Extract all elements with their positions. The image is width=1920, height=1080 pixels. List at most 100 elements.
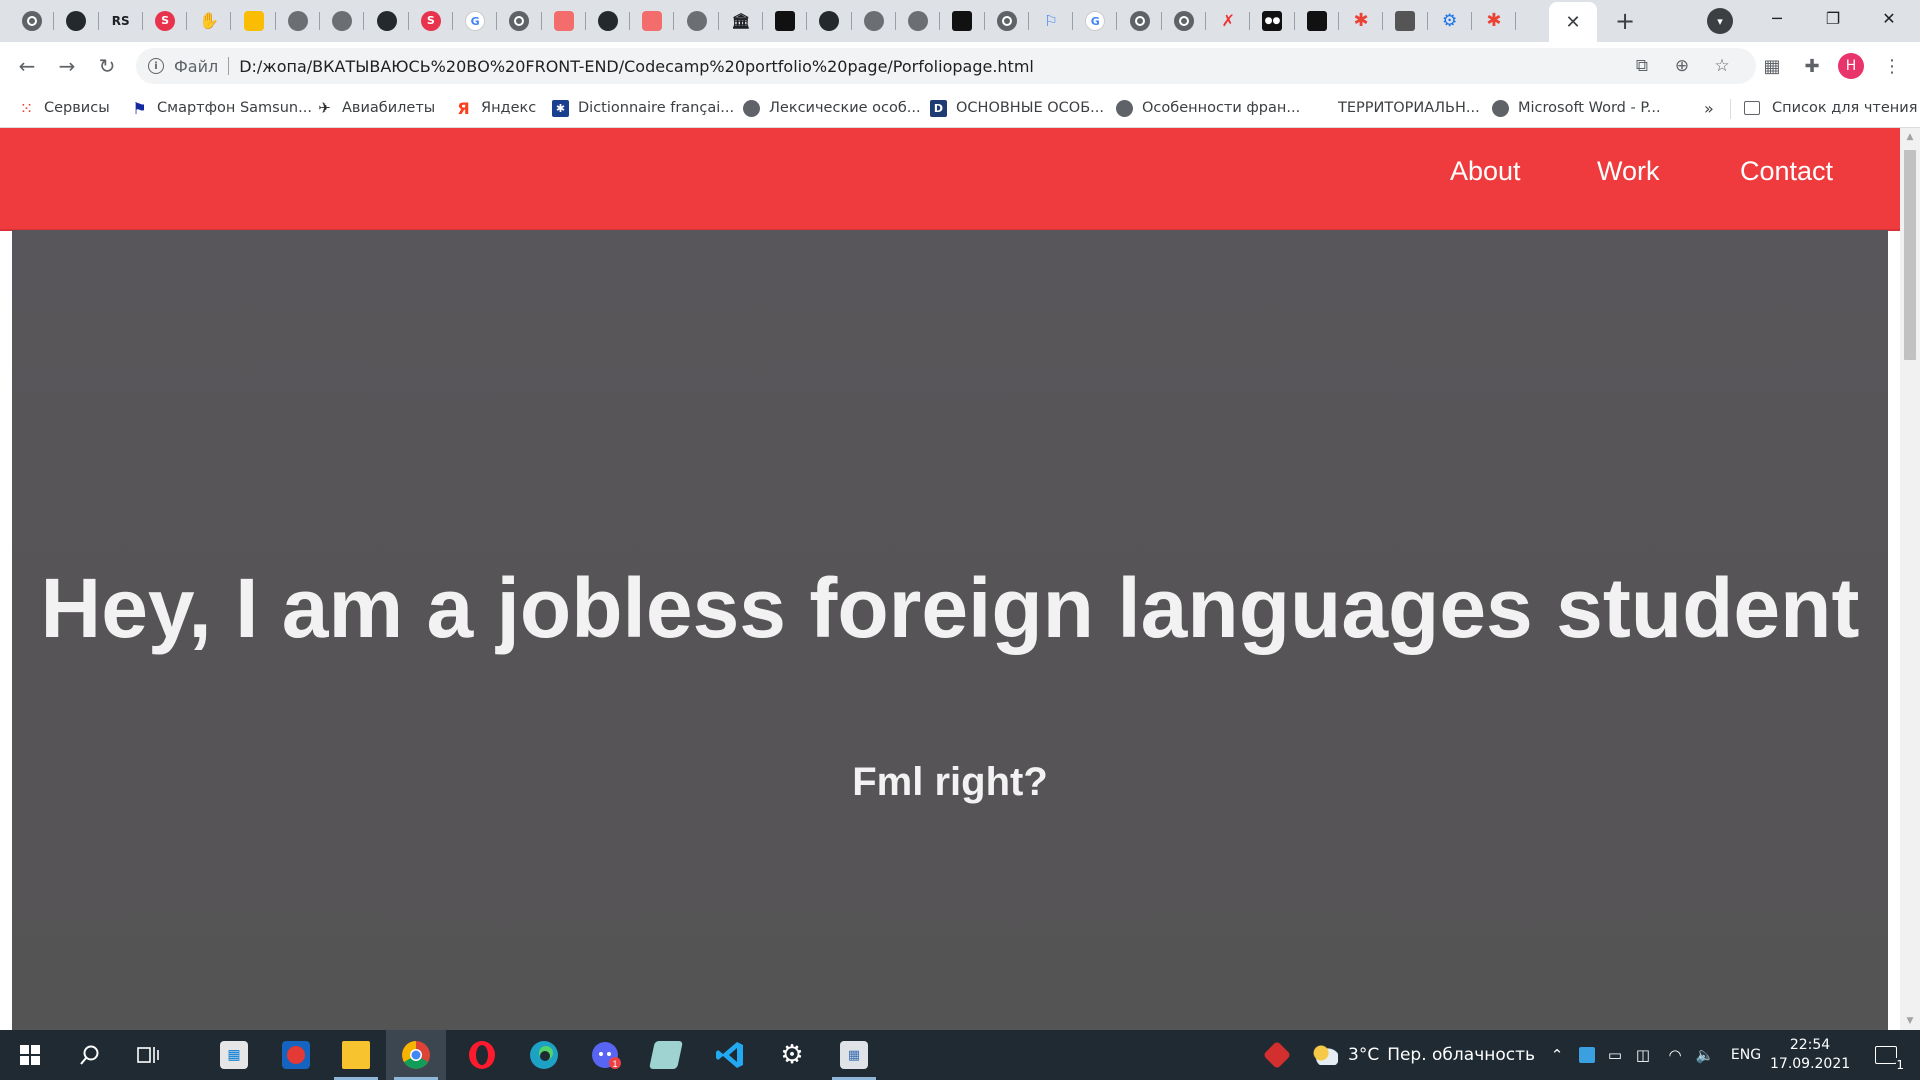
- bookmark-services[interactable]: ⁙ Сервисы: [18, 90, 110, 126]
- page-scrollbar[interactable]: ▲ ▼: [1900, 128, 1920, 1030]
- scroll-thumb[interactable]: [1904, 150, 1916, 360]
- opera-icon[interactable]: [452, 1030, 512, 1080]
- back-icon[interactable]: ←: [11, 50, 43, 82]
- browser-tab[interactable]: G: [1073, 0, 1118, 42]
- bookmark-osnovnye[interactable]: D ОСНОВНЫЕ ОСОБ...: [930, 90, 1104, 126]
- bookmark-osobennosti[interactable]: Особенности фран...: [1116, 90, 1300, 126]
- scroll-down-icon[interactable]: ▼: [1900, 1012, 1920, 1030]
- browser-tab[interactable]: [10, 0, 55, 42]
- active-tab[interactable]: ✕: [1549, 2, 1597, 42]
- globe-icon: [863, 11, 884, 31]
- tray-red-icon[interactable]: [1260, 1030, 1294, 1080]
- calculator-icon[interactable]: ▦: [824, 1030, 884, 1080]
- close-tab-icon[interactable]: ✕: [1565, 12, 1580, 33]
- browser-tab[interactable]: [364, 0, 409, 42]
- url-text[interactable]: D:/жопа/ВКАТЫВАЮСЬ%20ВО%20FRONT-END/Code…: [239, 57, 1034, 76]
- browser-tab[interactable]: RS: [99, 0, 143, 42]
- bookmark-dictionnaire[interactable]: ✱ Dictionnaire françai...: [552, 90, 734, 126]
- browser-tab[interactable]: 🏛: [719, 0, 764, 42]
- browser-tab[interactable]: [542, 0, 586, 42]
- hero-section: Hey, I am a jobless foreign languages st…: [12, 230, 1888, 1030]
- discord-icon[interactable]: 1: [576, 1030, 636, 1080]
- file-explorer-icon[interactable]: [326, 1030, 386, 1080]
- browser-tab[interactable]: S: [143, 0, 188, 42]
- scroll-up-icon[interactable]: ▲: [1900, 128, 1920, 146]
- wifi-icon[interactable]: ◠: [1662, 1030, 1688, 1080]
- browser-tab[interactable]: [630, 0, 675, 42]
- bookmark-yandex[interactable]: Я Яндекс: [455, 90, 536, 126]
- bookmark-microsoft-word[interactable]: Microsoft Word - P...: [1492, 90, 1661, 126]
- restore-icon[interactable]: ❐: [1810, 0, 1856, 36]
- browser-tab[interactable]: [985, 0, 1029, 42]
- tray-expand-icon[interactable]: ⌃: [1544, 1030, 1570, 1080]
- reading-list-button[interactable]: Список для чтения: [1744, 90, 1917, 126]
- settings-gear-icon[interactable]: ⚙: [762, 1030, 822, 1080]
- notifications-icon[interactable]: 1: [1866, 1030, 1906, 1080]
- browser-tab[interactable]: [940, 0, 985, 42]
- browser-tab[interactable]: ⚙: [1428, 0, 1472, 42]
- battery-icon[interactable]: ▭: [1602, 1030, 1628, 1080]
- taskbar-clock[interactable]: 22:54 17.09.2021: [1770, 1036, 1850, 1074]
- browser-tab[interactable]: ✋: [187, 0, 232, 42]
- red-app-icon[interactable]: [266, 1030, 326, 1080]
- browser-tab[interactable]: [54, 0, 99, 42]
- bookmark-aviabilety[interactable]: ✈ Авиабилеты: [316, 90, 435, 126]
- browser-tab[interactable]: [763, 0, 808, 42]
- vscode-icon[interactable]: [700, 1030, 760, 1080]
- browser-tab[interactable]: [276, 0, 321, 42]
- browser-tab[interactable]: [1383, 0, 1428, 42]
- browser-tab[interactable]: ✗: [1206, 0, 1251, 42]
- browser-tab[interactable]: [852, 0, 896, 42]
- browser-tab[interactable]: [1117, 0, 1162, 42]
- notes-app-icon[interactable]: [636, 1030, 696, 1080]
- extensions-puzzle-icon[interactable]: ✚: [1796, 50, 1828, 82]
- browser-tab[interactable]: [1295, 0, 1339, 42]
- forward-icon[interactable]: →: [51, 50, 83, 82]
- tab-search-icon[interactable]: ▾: [1707, 8, 1733, 34]
- minimize-icon[interactable]: ─: [1754, 0, 1800, 36]
- browser-tab[interactable]: ●●: [1250, 0, 1295, 42]
- address-bar[interactable]: i Файл D:/жопа/ВКАТЫВАЮСЬ%20ВО%20FRONT-E…: [136, 48, 1756, 84]
- browser-tab[interactable]: [497, 0, 542, 42]
- bookmark-star-icon[interactable]: ☆: [1706, 48, 1738, 84]
- microsoft-store-icon[interactable]: ▦: [204, 1030, 264, 1080]
- chrome-taskbar-icon[interactable]: [386, 1030, 446, 1080]
- browser-tab[interactable]: [586, 0, 631, 42]
- bookmark-samsung[interactable]: ⚑ Смартфон Samsun...: [131, 90, 312, 126]
- bookmarks-more-icon[interactable]: »: [1704, 90, 1714, 126]
- tray-app-icon[interactable]: [1574, 1030, 1600, 1080]
- new-tab-button[interactable]: +: [1610, 6, 1640, 36]
- browser-tab[interactable]: ⚐: [1029, 0, 1074, 42]
- translate-icon[interactable]: ⧉: [1626, 48, 1658, 84]
- browser-tab[interactable]: G: [453, 0, 498, 42]
- volume-icon[interactable]: 🔈: [1692, 1030, 1718, 1080]
- nav-link-about[interactable]: About: [1450, 156, 1521, 187]
- browser-tab[interactable]: ✱: [1472, 0, 1517, 42]
- browser-tab[interactable]: [896, 0, 941, 42]
- weather-widget[interactable]: 3°C Пер. облачность: [1312, 1030, 1535, 1080]
- close-window-icon[interactable]: ✕: [1866, 0, 1912, 36]
- extension-icon[interactable]: ▦: [1756, 50, 1788, 82]
- reload-icon[interactable]: ↻: [91, 50, 123, 82]
- profile-avatar[interactable]: H: [1838, 53, 1864, 79]
- nav-link-contact[interactable]: Contact: [1740, 156, 1833, 187]
- tray-device-icon[interactable]: ◫: [1630, 1030, 1656, 1080]
- browser-tab[interactable]: [1162, 0, 1207, 42]
- browser-tab[interactable]: [807, 0, 852, 42]
- zoom-icon[interactable]: ⊕: [1666, 48, 1698, 84]
- windows-start-icon[interactable]: [0, 1030, 60, 1080]
- browser-tab[interactable]: [320, 0, 365, 42]
- search-icon[interactable]: [60, 1030, 120, 1080]
- site-info-icon[interactable]: i: [148, 58, 164, 74]
- nav-link-work[interactable]: Work: [1597, 156, 1660, 187]
- browser-tab[interactable]: [674, 0, 719, 42]
- edge-icon[interactable]: [514, 1030, 574, 1080]
- browser-tab[interactable]: [231, 0, 276, 42]
- browser-tab[interactable]: ✱: [1339, 0, 1384, 42]
- language-indicator[interactable]: ENG: [1724, 1030, 1768, 1080]
- menu-icon[interactable]: ⋮: [1876, 50, 1908, 82]
- bookmark-leksicheskie[interactable]: Лексические особ...: [743, 90, 921, 126]
- bookmark-territorialn[interactable]: ТЕРРИТОРИАЛЬН...: [1338, 90, 1480, 126]
- browser-tab[interactable]: S: [409, 0, 453, 42]
- task-view-icon[interactable]: [118, 1030, 178, 1080]
